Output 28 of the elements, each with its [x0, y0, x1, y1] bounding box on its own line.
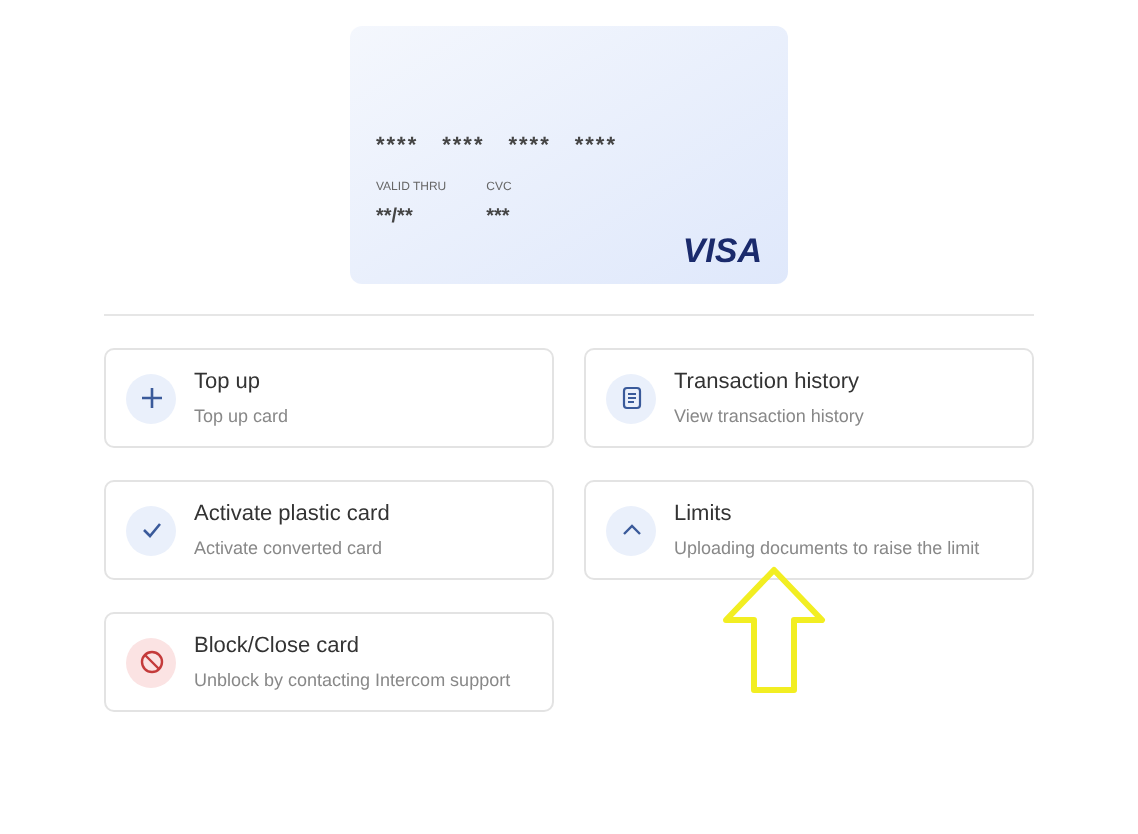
action-card[interactable]: Limits Uploading documents to raise the limit — [584, 480, 1034, 580]
action-title: Top up — [194, 368, 263, 398]
card-number-group: **** — [376, 130, 419, 163]
plus-icon — [126, 373, 176, 423]
action-subtitle: Activate converted card — [194, 535, 385, 561]
chevron-up-icon — [606, 505, 656, 555]
action-subtitle: Top up card — [194, 403, 289, 430]
card-number-group: **** — [442, 130, 485, 163]
card-number-group: **** — [574, 130, 617, 163]
up-arrow-annotation — [722, 566, 826, 694]
action-title: Transaction history — [674, 368, 862, 398]
document-icon — [606, 373, 656, 423]
valid-thru-value: **/** — [376, 203, 415, 231]
card-number-group: **** — [508, 130, 551, 163]
block-icon — [126, 637, 176, 687]
checkmark-icon — [126, 505, 176, 555]
action-card[interactable]: Activate plastic card Activate converted card — [104, 480, 554, 580]
action-card[interactable]: Top up Top up card — [104, 348, 554, 448]
action-card[interactable]: Transaction history View transaction history — [584, 348, 1034, 448]
action-subtitle: Uploading documents to raise the limit — [674, 535, 980, 562]
action-subtitle: View transaction history — [674, 403, 864, 430]
action-title: Activate plastic card — [194, 500, 390, 530]
action-subtitle: Unblock by contacting Intercom support — [194, 667, 511, 694]
cvc-value: *** — [486, 203, 512, 231]
action-card[interactable]: Block/Close card Unblock by contacting Intercom support — [104, 612, 554, 712]
action-title: Block/Close card — [194, 632, 362, 662]
card-brand-logo: VISA — [682, 234, 762, 268]
action-title: Limits — [674, 500, 734, 530]
